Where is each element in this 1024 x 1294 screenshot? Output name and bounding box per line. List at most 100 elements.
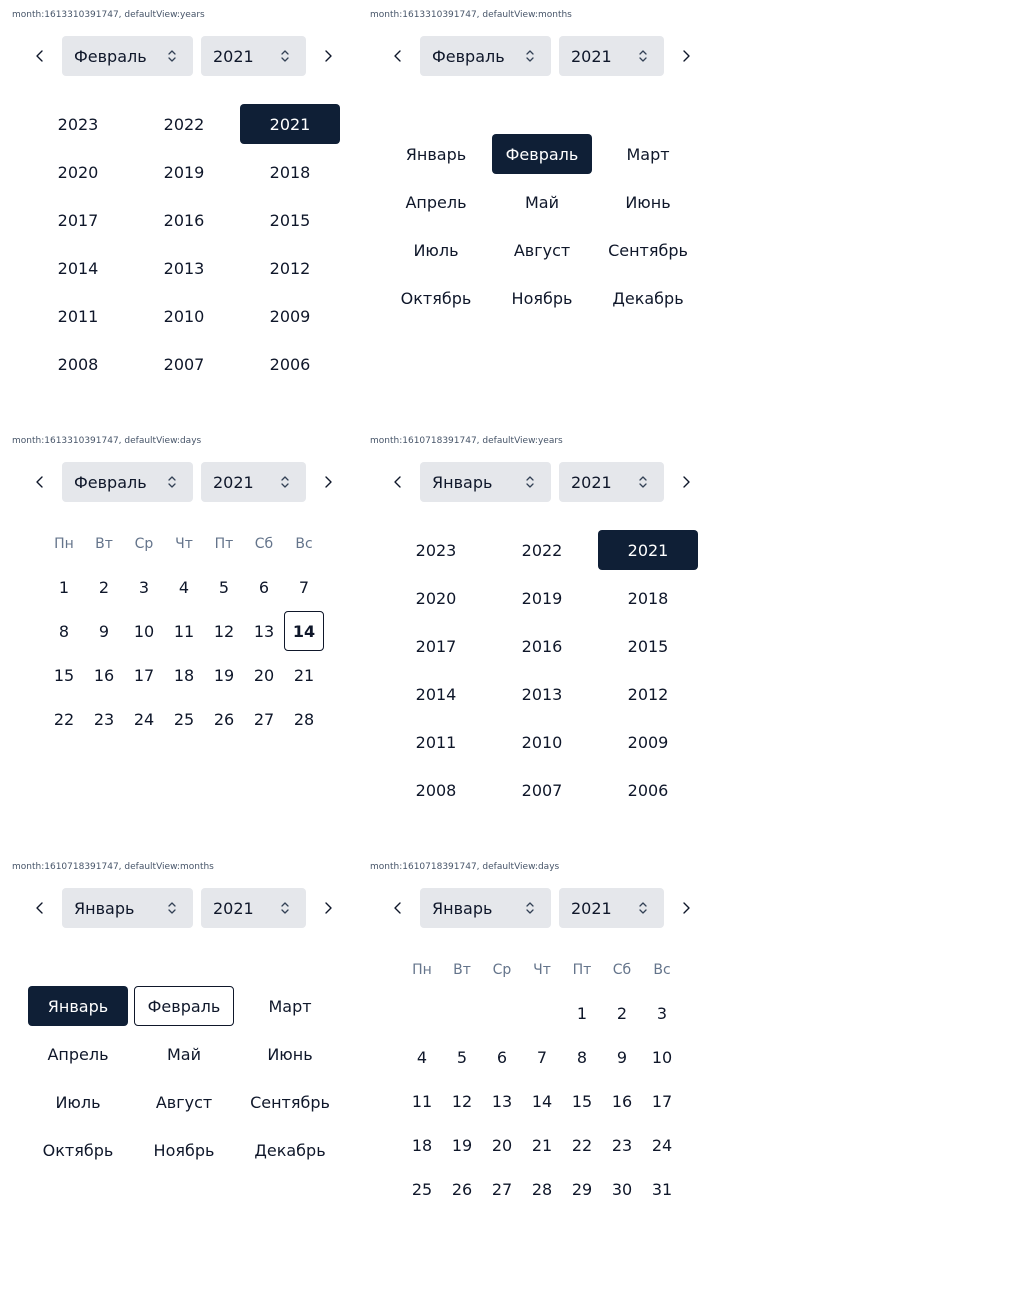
day-cell[interactable]: 24 — [642, 1125, 682, 1165]
year-cell[interactable]: 2022 — [492, 530, 592, 570]
day-cell[interactable]: 30 — [602, 1169, 642, 1209]
day-cell[interactable]: 9 — [602, 1037, 642, 1077]
month-cell[interactable]: Декабрь — [240, 1130, 340, 1170]
day-cell[interactable]: 26 — [442, 1169, 482, 1209]
year-select[interactable]: 2021 — [201, 462, 306, 502]
month-cell[interactable]: Август — [492, 230, 592, 270]
day-cell[interactable]: 12 — [442, 1081, 482, 1121]
day-cell[interactable]: 27 — [482, 1169, 522, 1209]
day-cell[interactable]: 1 — [562, 993, 602, 1033]
day-cell[interactable]: 1 — [44, 567, 84, 607]
day-cell[interactable]: 14 — [522, 1081, 562, 1121]
month-cell[interactable]: Август — [134, 1082, 234, 1122]
year-cell[interactable]: 2011 — [386, 722, 486, 762]
year-cell[interactable]: 2017 — [28, 200, 128, 240]
day-cell[interactable]: 4 — [402, 1037, 442, 1077]
month-select[interactable]: Февраль — [62, 462, 193, 502]
year-cell[interactable]: 2013 — [492, 674, 592, 714]
month-select[interactable]: Январь — [62, 888, 193, 928]
day-cell[interactable]: 5 — [204, 567, 244, 607]
year-cell[interactable]: 2020 — [386, 578, 486, 618]
year-cell[interactable]: 2008 — [386, 770, 486, 810]
year-cell[interactable]: 2021 — [240, 104, 340, 144]
day-cell[interactable]: 6 — [482, 1037, 522, 1077]
year-cell[interactable]: 2018 — [598, 578, 698, 618]
day-cell[interactable]: 12 — [204, 611, 244, 651]
month-cell[interactable]: Апрель — [28, 1034, 128, 1074]
next-month-button[interactable] — [310, 462, 346, 502]
day-cell[interactable]: 7 — [284, 567, 324, 607]
day-cell[interactable]: 3 — [642, 993, 682, 1033]
year-cell[interactable]: 2012 — [598, 674, 698, 714]
year-cell[interactable]: 2011 — [28, 296, 128, 336]
year-select[interactable]: 2021 — [201, 36, 306, 76]
day-cell[interactable]: 15 — [44, 655, 84, 695]
year-cell[interactable]: 2008 — [28, 344, 128, 384]
day-cell[interactable]: 15 — [562, 1081, 602, 1121]
month-cell[interactable]: Сентябрь — [240, 1082, 340, 1122]
day-cell[interactable]: 8 — [562, 1037, 602, 1077]
year-cell[interactable]: 2010 — [134, 296, 234, 336]
day-cell[interactable]: 25 — [164, 699, 204, 739]
day-cell[interactable]: 16 — [602, 1081, 642, 1121]
year-cell[interactable]: 2015 — [240, 200, 340, 240]
day-cell[interactable]: 21 — [284, 655, 324, 695]
month-cell[interactable]: Май — [134, 1034, 234, 1074]
month-cell[interactable]: Январь — [28, 986, 128, 1026]
year-select[interactable]: 2021 — [559, 888, 664, 928]
day-cell[interactable]: 19 — [204, 655, 244, 695]
prev-month-button[interactable] — [380, 36, 416, 76]
day-cell[interactable]: 14 — [284, 611, 324, 651]
day-cell[interactable]: 13 — [482, 1081, 522, 1121]
day-cell[interactable]: 20 — [244, 655, 284, 695]
prev-month-button[interactable] — [22, 36, 58, 76]
year-cell[interactable]: 2018 — [240, 152, 340, 192]
month-cell[interactable]: Июнь — [598, 182, 698, 222]
day-cell[interactable]: 27 — [244, 699, 284, 739]
day-cell[interactable]: 28 — [284, 699, 324, 739]
year-cell[interactable]: 2022 — [134, 104, 234, 144]
day-cell[interactable]: 10 — [642, 1037, 682, 1077]
day-cell[interactable]: 29 — [562, 1169, 602, 1209]
day-cell[interactable]: 7 — [522, 1037, 562, 1077]
day-cell[interactable]: 17 — [124, 655, 164, 695]
month-cell[interactable]: Сентябрь — [598, 230, 698, 270]
month-select[interactable]: Январь — [420, 888, 551, 928]
year-cell[interactable]: 2014 — [28, 248, 128, 288]
day-cell[interactable]: 11 — [164, 611, 204, 651]
year-cell[interactable]: 2009 — [598, 722, 698, 762]
year-cell[interactable]: 2021 — [598, 530, 698, 570]
day-cell[interactable]: 25 — [402, 1169, 442, 1209]
day-cell[interactable]: 13 — [244, 611, 284, 651]
year-select[interactable]: 2021 — [559, 36, 664, 76]
day-cell[interactable]: 9 — [84, 611, 124, 651]
day-cell[interactable]: 21 — [522, 1125, 562, 1165]
day-cell[interactable]: 2 — [602, 993, 642, 1033]
day-cell[interactable]: 16 — [84, 655, 124, 695]
month-cell[interactable]: Апрель — [386, 182, 486, 222]
prev-month-button[interactable] — [22, 888, 58, 928]
month-cell[interactable]: Март — [598, 134, 698, 174]
next-month-button[interactable] — [668, 462, 704, 502]
day-cell[interactable]: 11 — [402, 1081, 442, 1121]
month-cell[interactable]: Июль — [28, 1082, 128, 1122]
day-cell[interactable]: 22 — [44, 699, 84, 739]
day-cell[interactable]: 20 — [482, 1125, 522, 1165]
month-cell[interactable]: Февраль — [492, 134, 592, 174]
day-cell[interactable]: 3 — [124, 567, 164, 607]
year-cell[interactable]: 2019 — [492, 578, 592, 618]
month-cell[interactable]: Ноябрь — [492, 278, 592, 318]
month-cell[interactable]: Июнь — [240, 1034, 340, 1074]
next-month-button[interactable] — [668, 36, 704, 76]
month-select[interactable]: Февраль — [420, 36, 551, 76]
next-month-button[interactable] — [310, 36, 346, 76]
day-cell[interactable]: 8 — [44, 611, 84, 651]
year-cell[interactable]: 2019 — [134, 152, 234, 192]
day-cell[interactable]: 19 — [442, 1125, 482, 1165]
year-cell[interactable]: 2016 — [492, 626, 592, 666]
year-cell[interactable]: 2023 — [386, 530, 486, 570]
day-cell[interactable]: 10 — [124, 611, 164, 651]
year-cell[interactable]: 2020 — [28, 152, 128, 192]
day-cell[interactable]: 23 — [602, 1125, 642, 1165]
day-cell[interactable]: 2 — [84, 567, 124, 607]
